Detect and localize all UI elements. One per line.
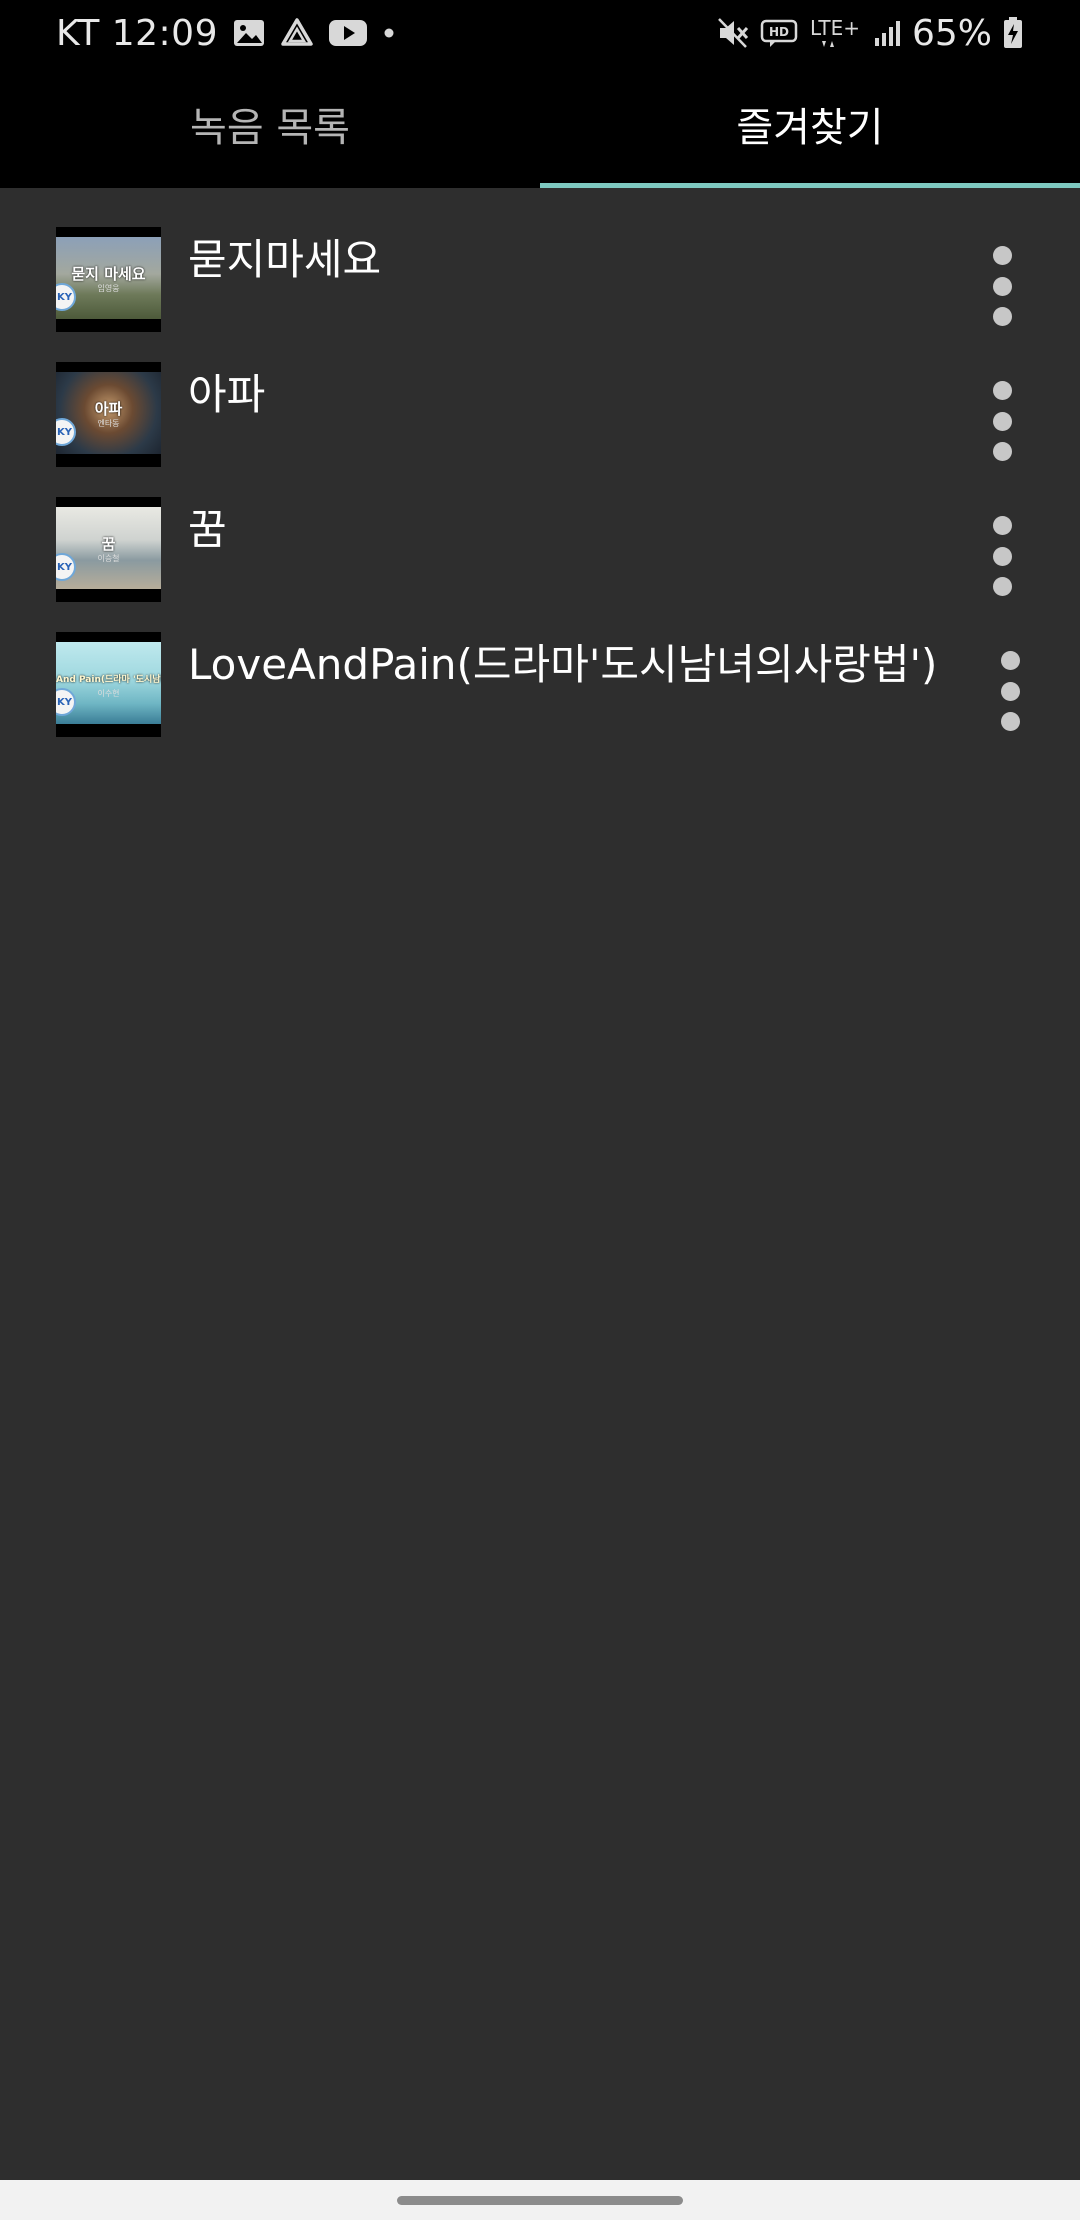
list-item[interactable]: 꿈 이승철 KY 꿈	[0, 458, 1080, 602]
more-options-icon[interactable]	[982, 246, 1022, 326]
thumbnail-image: And Pain(드라마 '도시남녀의 사 이수현 KY	[56, 642, 161, 724]
list-item[interactable]: And Pain(드라마 '도시남녀의 사 이수현 KY LoveAndPain…	[0, 593, 1080, 737]
tab-favorites[interactable]: 즐겨찾기	[540, 66, 1080, 188]
more-options-icon[interactable]	[990, 651, 1030, 731]
more-options-icon[interactable]	[982, 516, 1022, 596]
status-right: HD LTE+ 65%	[716, 8, 1024, 58]
drive-icon	[280, 13, 314, 53]
battery-percent: 65%	[911, 12, 992, 54]
gallery-icon	[232, 13, 266, 53]
home-gesture-handle[interactable]	[397, 2196, 683, 2205]
favorites-list: 묻지 마세요 임영웅 KY 묻지마세요 아파 엔타동 KY 아파 꿈 이승철 K…	[0, 188, 1080, 737]
thumbnail-text: 아파	[94, 400, 123, 418]
carrier-time: KT 12:09	[56, 12, 218, 54]
item-title: 꿈	[188, 505, 227, 554]
tab-bar: 녹음 목록 즐겨찾기	[0, 66, 1080, 188]
thumbnail-image: 묻지 마세요 임영웅 KY	[56, 237, 161, 319]
navigation-bar	[0, 2180, 1080, 2220]
thumbnail-text: 묻지 마세요	[71, 265, 146, 283]
item-title: LoveAndPain(드라마'도시남녀의사랑법')	[188, 640, 938, 689]
thumbnail-image: 아파 엔타동 KY	[56, 372, 161, 454]
thumbnail-text: 꿈	[101, 535, 116, 553]
lte-icon: LTE+	[808, 13, 862, 53]
item-title: 아파	[188, 370, 266, 419]
signal-icon	[872, 13, 902, 53]
battery-charging-icon	[1002, 13, 1024, 53]
thumbnail: And Pain(드라마 '도시남녀의 사 이수현 KY	[56, 632, 161, 737]
status-bar: KT 12:09 HD LTE+ 65%	[0, 0, 1080, 66]
more-options-icon[interactable]	[982, 381, 1022, 461]
notification-dot-icon	[382, 13, 396, 53]
item-title: 묻지마세요	[188, 235, 382, 284]
thumbnail: 꿈 이승철 KY	[56, 497, 161, 602]
thumbnail-image: 꿈 이승철 KY	[56, 507, 161, 589]
network-label: LTE+	[810, 16, 860, 40]
thumbnail: 묻지 마세요 임영웅 KY	[56, 227, 161, 332]
list-item[interactable]: 묻지 마세요 임영웅 KY 묻지마세요	[0, 188, 1080, 332]
thumbnail-text: And Pain(드라마 '도시남녀의 사	[56, 675, 161, 685]
mute-icon	[716, 13, 750, 53]
hd-label: HD	[769, 25, 789, 39]
list-item[interactable]: 아파 엔타동 KY 아파	[0, 323, 1080, 467]
status-left: KT 12:09	[56, 8, 396, 58]
tab-recordings[interactable]: 녹음 목록	[0, 66, 540, 188]
hd-voice-icon: HD	[760, 13, 798, 53]
thumbnail: 아파 엔타동 KY	[56, 362, 161, 467]
youtube-icon	[328, 13, 368, 53]
